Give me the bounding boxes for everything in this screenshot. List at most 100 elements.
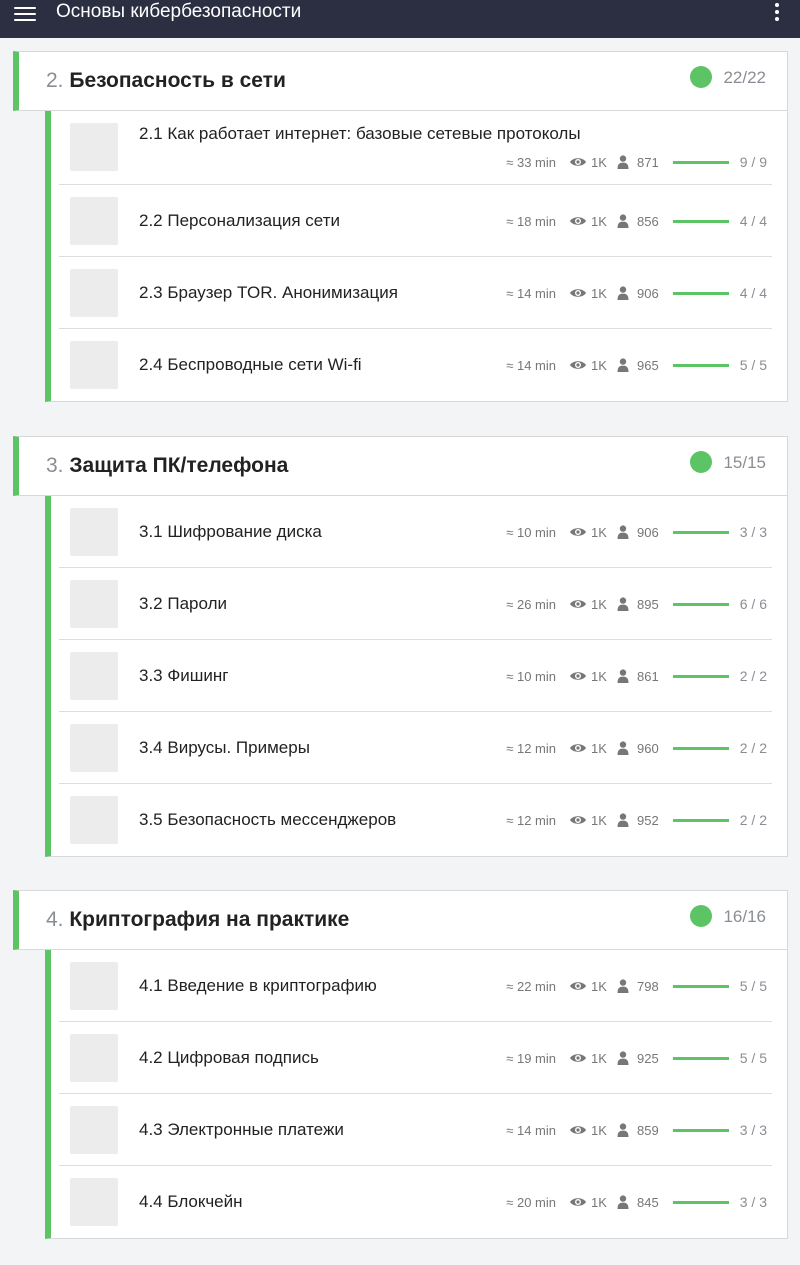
- lesson-learners: 895: [637, 596, 659, 612]
- lesson-list: 4.1 Введение в криптографию ≈ 22 min 1K 798…: [45, 950, 788, 1239]
- lesson-progress-bar: [673, 1056, 729, 1060]
- lesson-progress-fill: [673, 1200, 729, 1204]
- module-header[interactable]: 4. Криптография на практике 16/16: [13, 890, 788, 950]
- module-number: 3.: [46, 454, 64, 477]
- lesson-row[interactable]: 4.2 Цифровая подпись ≈ 19 min 1K 925 5 / 5: [59, 1022, 772, 1094]
- lesson-row[interactable]: 3.4 Вирусы. Примеры ≈ 12 min 1K 960 2 / 2: [59, 712, 772, 784]
- person-icon: [617, 979, 629, 993]
- lesson-row[interactable]: 3.5 Безопасность мессенджеров ≈ 12 min 1K 9…: [59, 784, 772, 856]
- lesson-progress-fill: [673, 602, 729, 606]
- lesson-progress-fill: [673, 530, 729, 534]
- lesson-progress-bar: [673, 746, 729, 750]
- lesson-title: 4.4 Блокчейн: [139, 1192, 243, 1211]
- person-icon: [617, 1195, 629, 1209]
- lesson-row[interactable]: 4.1 Введение в криптографию ≈ 22 min 1K 798…: [59, 950, 772, 1022]
- person-icon: [617, 1051, 629, 1065]
- lesson-learners: 960: [637, 740, 659, 756]
- eye-icon: [569, 359, 587, 371]
- lesson-meta: ≈ 33 min 1K 871 9 / 9: [496, 153, 772, 171]
- lesson-views: 1K: [591, 154, 607, 170]
- module-number: 4.: [46, 908, 64, 931]
- lesson-duration: ≈ 14 min: [506, 1122, 556, 1138]
- person-icon: [617, 669, 629, 683]
- lesson-progress-text: 2 / 2: [739, 812, 767, 828]
- lesson-thumbnail: [70, 269, 118, 317]
- more-vertical-icon[interactable]: [774, 3, 780, 23]
- lesson-learners: 906: [637, 524, 659, 540]
- lesson-progress-fill: [673, 1056, 729, 1060]
- completed-dot-icon: [690, 905, 712, 927]
- lesson-thumbnail: [70, 724, 118, 772]
- lesson-duration: ≈ 26 min: [506, 596, 556, 612]
- module-section: 3. Защита ПК/телефона 15/15 3.1 Шифрование…: [13, 436, 788, 857]
- lesson-progress-fill: [673, 674, 729, 678]
- lesson-row[interactable]: 2.2 Персонализация сети ≈ 18 min 1K 856 4 / …: [59, 185, 772, 257]
- lesson-progress-bar: [673, 602, 729, 606]
- lesson-views: 1K: [591, 1050, 607, 1066]
- lesson-meta: ≈ 10 min 1K 861 2 / 2: [496, 667, 772, 685]
- lesson-progress-text: 5 / 5: [739, 357, 767, 373]
- lesson-row[interactable]: 3.3 Фишинг ≈ 10 min 1K 861 2 / 2: [59, 640, 772, 712]
- lesson-thumbnail: [70, 796, 118, 844]
- eye-icon: [569, 526, 587, 538]
- lesson-meta: ≈ 22 min 1K 798 5 / 5: [496, 977, 772, 995]
- app-title: Основы кибербезопасности: [56, 1, 302, 22]
- person-icon: [617, 358, 629, 372]
- lesson-thumbnail: [70, 508, 118, 556]
- lesson-row[interactable]: 4.4 Блокчейн ≈ 20 min 1K 845 3 / 3: [59, 1166, 772, 1238]
- lesson-progress-bar: [673, 1128, 729, 1132]
- lesson-row[interactable]: 4.3 Электронные платежи ≈ 14 min 1K 859 3 / …: [59, 1094, 772, 1166]
- lesson-progress-text: 9 / 9: [739, 154, 767, 170]
- lesson-list: 3.1 Шифрование диска ≈ 10 min 1K 906 3 / 3 3.…: [45, 496, 788, 857]
- lesson-row[interactable]: 2.1 Как работает интернет: базовые сетев…: [59, 111, 772, 185]
- lesson-progress-bar: [673, 984, 729, 988]
- module-header[interactable]: 2. Безопасность в сети 22/22: [13, 51, 788, 111]
- lesson-title: 3.2 Пароли: [139, 594, 227, 613]
- lesson-progress-bar: [673, 674, 729, 678]
- lesson-progress-text: 2 / 2: [739, 740, 767, 756]
- lesson-progress-text: 4 / 4: [739, 213, 767, 229]
- lesson-learners: 925: [637, 1050, 659, 1066]
- lesson-progress-bar: [673, 219, 729, 223]
- lesson-row[interactable]: 3.1 Шифрование диска ≈ 10 min 1K 906 3 / 3: [59, 496, 772, 568]
- lesson-title: 3.5 Безопасность мессенджеров: [139, 810, 397, 829]
- lesson-row[interactable]: 3.2 Пароли ≈ 26 min 1K 895 6 / 6: [59, 568, 772, 640]
- lesson-views: 1K: [591, 285, 607, 301]
- lesson-duration: ≈ 10 min: [506, 668, 556, 684]
- eye-icon: [569, 215, 587, 227]
- module-section: 2. Безопасность в сети 22/22 2.1 Как работ…: [13, 51, 788, 402]
- lesson-progress-fill: [673, 1128, 729, 1132]
- lesson-progress-text: 2 / 2: [739, 668, 767, 684]
- module-header[interactable]: 3. Защита ПК/телефона 15/15: [13, 436, 788, 496]
- lesson-duration: ≈ 22 min: [506, 978, 556, 994]
- lesson-views: 1K: [591, 812, 607, 828]
- lesson-progress-bar: [673, 291, 729, 295]
- lesson-meta: ≈ 18 min 1K 856 4 / 4: [496, 212, 772, 230]
- lesson-title: 4.3 Электронные платежи: [139, 1120, 344, 1139]
- lesson-duration: ≈ 14 min: [506, 357, 556, 373]
- lesson-progress-text: 3 / 3: [739, 524, 767, 540]
- lesson-progress-bar: [673, 530, 729, 534]
- module-title-text: Безопасность в сети: [69, 69, 286, 92]
- module-progress-count: 15/15: [723, 453, 766, 472]
- lesson-progress-fill: [673, 291, 729, 295]
- lesson-progress-bar: [673, 160, 729, 164]
- lesson-learners: 856: [637, 213, 659, 229]
- lesson-views: 1K: [591, 740, 607, 756]
- lesson-views: 1K: [591, 1194, 607, 1210]
- lesson-duration: ≈ 33 min: [506, 154, 556, 170]
- lesson-progress-fill: [673, 160, 729, 164]
- lesson-row[interactable]: 2.4 Беспроводные сети Wi-fi ≈ 14 min 1K 965…: [59, 329, 772, 401]
- completed-dot-icon: [690, 66, 712, 88]
- lesson-progress-fill: [673, 219, 729, 223]
- person-icon: [617, 525, 629, 539]
- lesson-title: 2.4 Беспроводные сети Wi-fi: [139, 355, 362, 374]
- lesson-progress-text: 3 / 3: [739, 1194, 767, 1210]
- lesson-row[interactable]: 2.3 Браузер TOR. Анонимизация ≈ 14 min 1K 9…: [59, 257, 772, 329]
- person-icon: [617, 286, 629, 300]
- module-title: 3. Защита ПК/телефона: [46, 454, 288, 478]
- module-title: 4. Криптография на практике: [46, 908, 349, 932]
- hamburger-menu-icon[interactable]: [14, 3, 36, 23]
- lesson-duration: ≈ 12 min: [506, 740, 556, 756]
- lesson-title: 4.1 Введение в криптографию: [139, 976, 377, 995]
